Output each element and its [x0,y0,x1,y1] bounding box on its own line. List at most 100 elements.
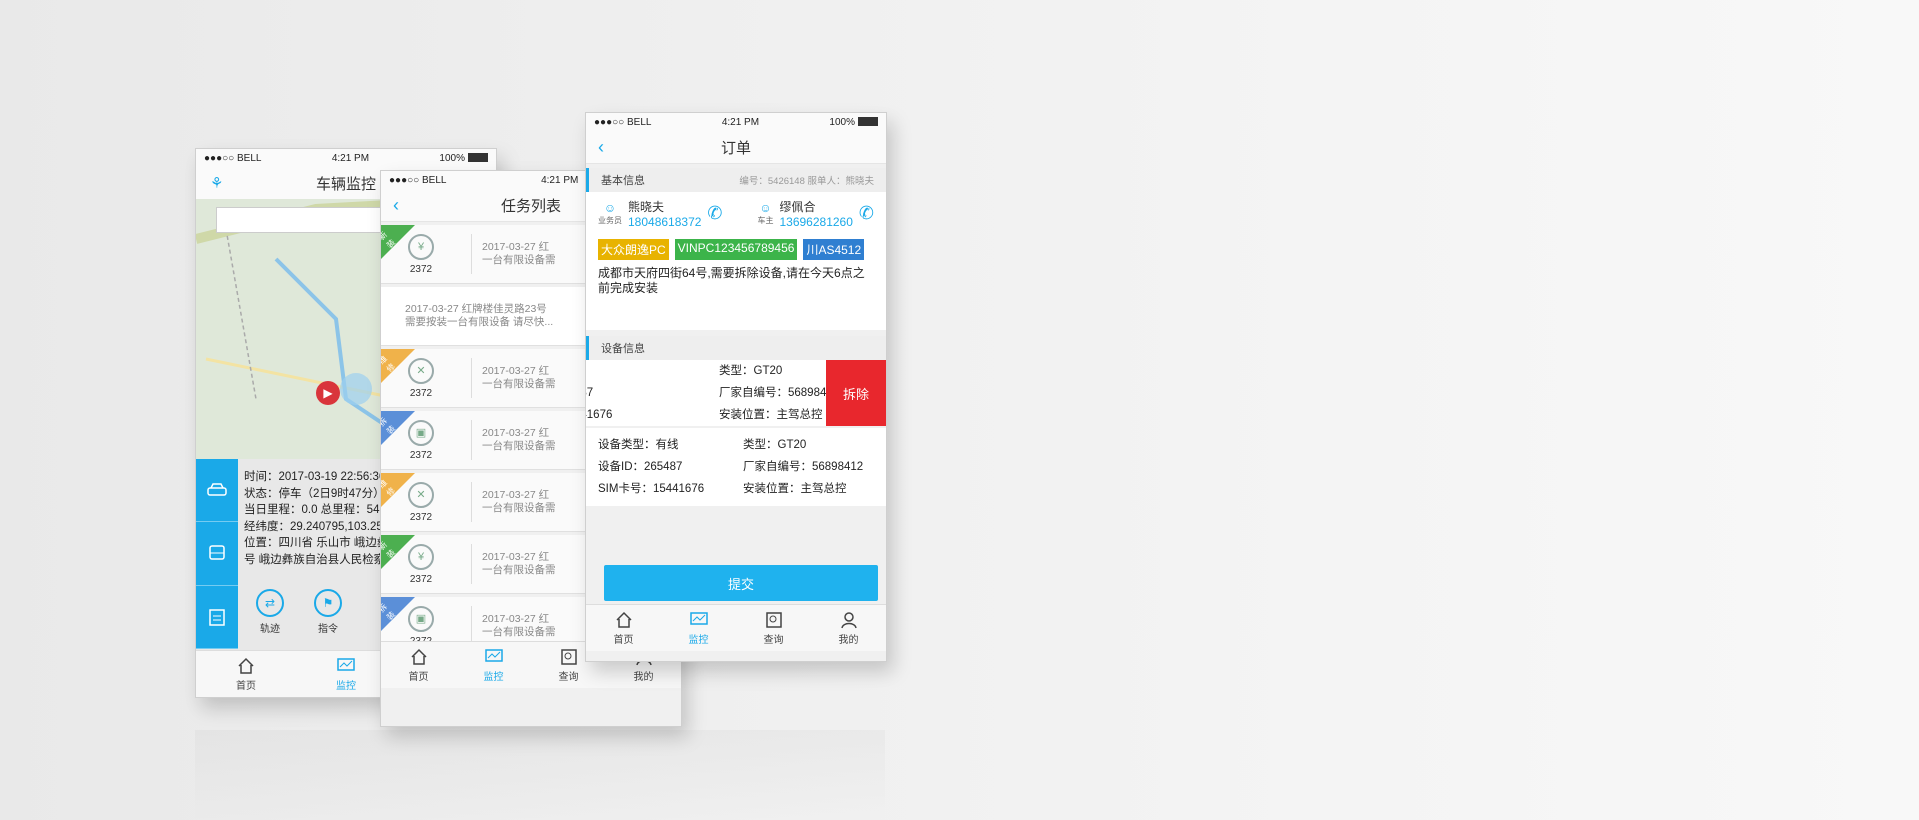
carrier-label: ●●●○○ BELL [594,116,652,128]
page-title: 任务列表 [500,197,561,215]
home-icon [238,657,254,674]
bus-icon[interactable] [196,522,238,586]
contact-name: 熊晓夫 [628,200,665,214]
tab-home[interactable]: 首页 [196,651,296,697]
device-serial: 厂家自编号：56898412 [743,461,864,473]
task-date: 2017-03-27 红 [482,551,550,563]
contact-phone[interactable]: 18048618372 [628,215,701,229]
task-type-label: 新装 [380,540,397,560]
order-meta: 编号：5426148 服单人：熊晓夫 [739,176,874,187]
device-type: 设备类型：有线 [598,439,679,451]
task-count: 2372 [409,449,433,461]
device-type: 线 [586,360,719,382]
task-desc: 一台有限设备需 [482,378,556,390]
task-type-ribbon: 拆装 [381,411,415,445]
flag-icon: ⚑ [314,589,342,617]
device-row[interactable]: 设备类型：有线 类型：GT20 设备ID：265487 厂家自编号：56898412… [586,428,886,506]
device-model: 类型：GT20 [719,365,783,377]
divider [471,606,472,646]
command-button[interactable]: ⚑ 指令 [314,589,342,635]
plate-tag: 川AS4512 [803,239,865,260]
device-model: 类型：GT20 [743,439,807,451]
track-label: 轨迹 [260,624,280,635]
task-type-ribbon: 新装 [381,535,415,569]
tab-monitor-label: 监控 [336,680,356,692]
vehicle-tags: 大众朗逸PC VINPC123456789456 川AS4512 [598,239,874,260]
contact-name: 缪佩合 [779,200,816,214]
tab-home-label: 首页 [613,634,634,646]
tab-monitor-label: 监控 [688,634,709,646]
back-icon[interactable]: ‹ [598,137,604,158]
tab-monitor[interactable]: 监控 [456,642,531,688]
task-type-ribbon: 新装 [381,225,415,259]
device-sim: 441676 [586,409,613,421]
task-type-label: 维修 [380,354,397,374]
nav-bar: ‹ 订单 [586,131,886,164]
call-icon[interactable]: ✆ [707,203,722,224]
task-date: 2017-03-27 红 [482,365,550,377]
task-type-label: 维修 [380,478,397,498]
monitor-icon [337,657,355,671]
order-address: 成都市天府四街64号,需要拆除设备,请在今天6点之前完成安装 [598,266,865,295]
person-icon: ☺ [603,201,617,215]
car-model-tag: 大众朗逸PC [598,239,669,260]
monitor-icon [689,611,708,625]
divider [471,482,472,522]
tab-mine[interactable]: 我的 [811,605,886,651]
battery-label: 100% [829,116,855,128]
tab-home-label: 首页 [236,680,256,692]
clipboard-icon[interactable] [196,586,238,649]
back-icon[interactable]: ‹ [393,195,399,216]
time-label: 4:21 PM [721,116,760,128]
section-label: 基本信息 [601,175,645,187]
device-details: 线类型：GT20 487 厂家自编号：56898412 441676 安装位置：主驾… [586,360,839,426]
contact-phone[interactable]: 13696281260 [779,215,852,229]
task-desc: 一台有限设备需 [482,564,556,576]
task-count: 2372 [409,573,433,585]
device-sim: SIM卡号：15441676 [598,483,705,495]
task-count: 2372 [409,263,433,275]
device-location: 安装位置：主驾总控 [743,483,847,495]
task-date: 2017-03-27 红 [482,613,550,625]
page-title: 订单 [720,139,751,157]
task-type-label: 拆装 [380,602,397,622]
device-details: 设备类型：有线 类型：GT20 设备ID：265487 厂家自编号：56898412… [598,434,874,500]
submit-button[interactable]: 提交 [604,565,878,601]
action-row: ⇄ 轨迹 ⚑ 指令 [256,589,342,635]
vehicle-marker-icon[interactable]: ▶ [316,381,340,405]
task-date: 2017-03-27 红 [482,489,550,501]
remove-button[interactable]: 拆除 [826,360,886,426]
tab-bar: 首页 监控 查询 我的 [586,604,886,651]
person-icon: ☺ [759,201,772,215]
task-desc: 一台有限设备需 [482,254,556,266]
task-desc: 需要按装一台有限设备 请尽快... [405,316,554,328]
call-icon[interactable]: ✆ [859,203,874,224]
tab-query[interactable]: 查询 [736,605,811,651]
tab-home[interactable]: 首页 [381,642,456,688]
network-icon[interactable]: ⚘ [210,174,223,192]
basic-info-card: ☺ 业务员 熊晓夫 18048618372 ✆ ☺ 车主 缪佩合 13696281260… [586,192,886,330]
tab-query-label: 查询 [763,634,784,646]
page-title: 车辆监控 [315,175,376,193]
device-row-swiped[interactable]: 线类型：GT20 487 厂家自编号：56898412 441676 安装位置：主驾… [586,360,886,426]
battery-icon [468,153,488,163]
device-serial: 厂家自编号：56898412 [719,387,840,399]
side-toolbar [196,459,238,649]
phone-order: ●●●○○ BELL 4:21 PM 100% ‹ 订单 基本信息 编号：542… [585,112,887,662]
device-location: 安装位置：主驾总控 [719,409,823,421]
task-count: 2372 [409,511,433,523]
tab-monitor[interactable]: 监控 [661,605,736,651]
vin-tag: VINPC123456789456 [674,239,798,260]
section-device-info: 设备信息 [586,336,886,360]
car-icon[interactable] [196,459,238,523]
task-date: 2017-03-27 红牌楼佳灵路23号 [405,303,547,315]
tab-home[interactable]: 首页 [586,605,661,651]
task-count: 2372 [409,387,433,399]
home-icon [410,648,427,665]
track-button[interactable]: ⇄ 轨迹 [256,589,284,635]
divider [471,234,472,274]
role-label: 业务员 [598,216,622,225]
tab-home-label: 首页 [408,671,429,683]
carrier-label: ●●●○○ BELL [204,152,262,164]
section-label: 设备信息 [601,343,645,355]
